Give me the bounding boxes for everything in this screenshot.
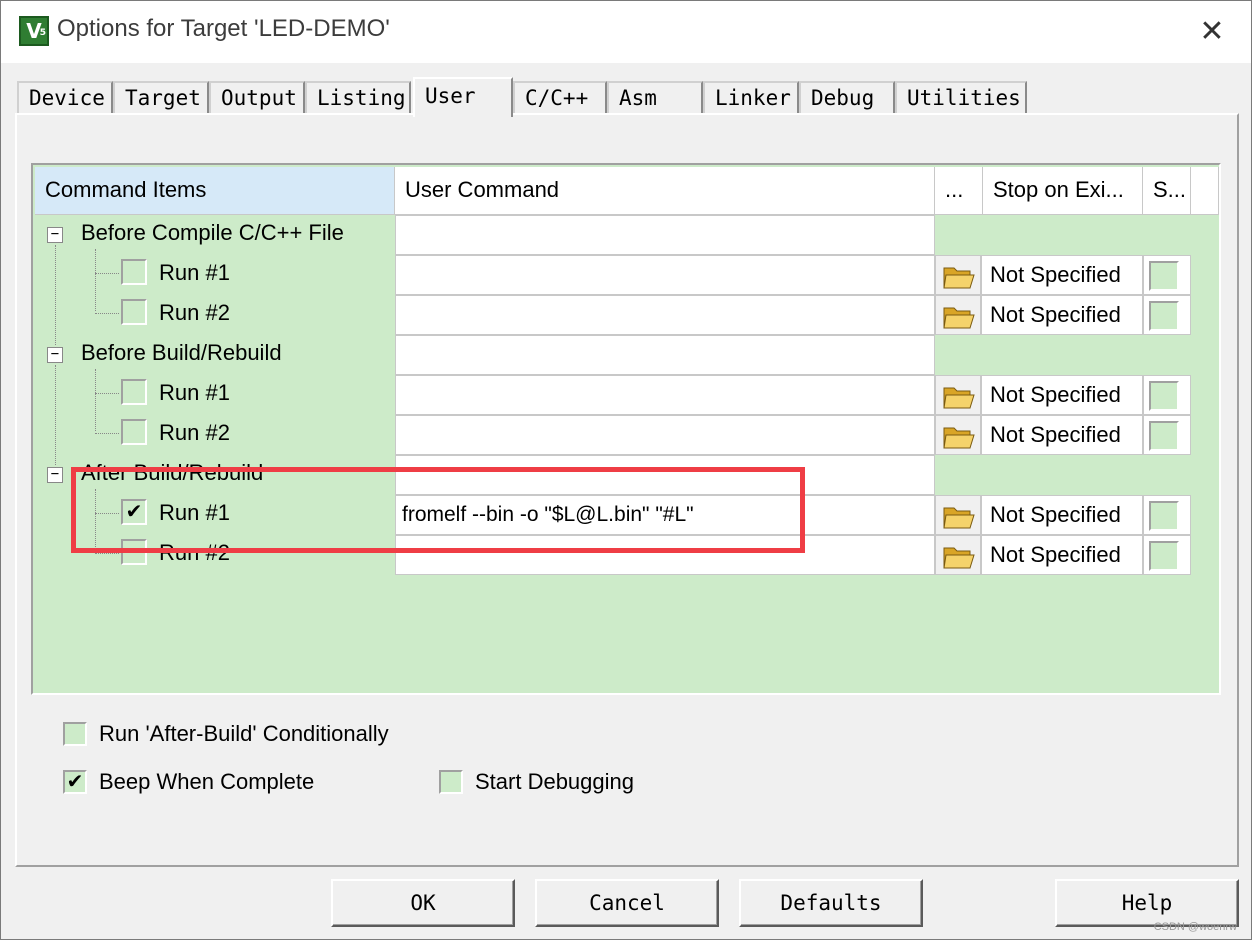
tree-branch [95,553,119,554]
run-checkbox[interactable] [121,299,147,325]
user-command-input[interactable] [395,415,935,455]
header-filler [1191,167,1219,215]
keil-app-icon: V 5 [19,16,49,46]
tree-line [95,249,96,311]
tab-target[interactable]: Target [113,81,209,115]
open-folder-icon [943,547,975,569]
open-folder-icon [943,427,975,449]
run-label: Run #2 [159,420,230,445]
s-cell [1143,375,1191,415]
tab-listing[interactable]: Listing [305,81,411,115]
open-folder-icon [943,307,975,329]
header-browse[interactable]: ... [935,167,983,215]
cancel-button[interactable]: Cancel [535,879,719,927]
header-stop-on-exit[interactable]: Stop on Exi... [983,167,1143,215]
run-checkbox[interactable] [121,259,147,285]
s-checkbox[interactable] [1149,381,1179,411]
help-button[interactable]: Help [1055,879,1239,927]
tree-line [95,369,96,431]
tab-c-cpp[interactable]: C/C++ [513,81,607,115]
tab-asm[interactable]: Asm [607,81,703,115]
title-bar: V 5 Options for Target 'LED-DEMO' ✕ [1,1,1251,63]
start-debugging-label[interactable]: Start Debugging [475,769,634,795]
header-s[interactable]: S... [1143,167,1191,215]
stop-on-exit-select[interactable]: Not Specified [981,375,1143,415]
s-cell [1143,495,1191,535]
header-command-items[interactable]: Command Items [35,167,395,215]
tab-device[interactable]: Device [17,81,113,115]
user-command-input[interactable] [395,295,935,335]
highlight-annotation-box [71,467,805,553]
stop-on-exit-select[interactable]: Not Specified [981,295,1143,335]
run-after-build-conditionally-label[interactable]: Run 'After-Build' Conditionally [99,721,389,747]
window-title: Options for Target 'LED-DEMO' [57,15,390,42]
run-label: Run #1 [159,260,230,285]
run-after-build-conditionally-checkbox[interactable] [63,722,87,746]
tab-linker[interactable]: Linker [703,81,799,115]
s-cell [1143,415,1191,455]
defaults-button[interactable]: Defaults [739,879,923,927]
browse-button[interactable] [935,495,981,535]
browse-button[interactable] [935,535,981,575]
browse-button[interactable] [935,295,981,335]
group-label-before-build: Before Build/Rebuild [81,340,282,365]
s-checkbox[interactable] [1149,501,1179,531]
beep-when-complete-checkbox[interactable]: ✔ [63,770,87,794]
stop-on-exit-select[interactable]: Not Specified [981,255,1143,295]
start-debugging-checkbox[interactable] [439,770,463,794]
stop-on-exit-select[interactable]: Not Specified [981,495,1143,535]
run-checkbox[interactable] [121,379,147,405]
open-folder-icon [943,507,975,529]
s-checkbox[interactable] [1149,261,1179,291]
user-command-input[interactable] [395,255,935,295]
collapse-icon[interactable]: − [47,347,63,363]
tab-debug[interactable]: Debug [799,81,895,115]
options-dialog: V 5 Options for Target 'LED-DEMO' ✕ Devi… [0,0,1252,940]
collapse-icon[interactable]: − [47,227,63,243]
tree-branch [95,313,119,314]
ok-button[interactable]: OK [331,879,515,927]
group-command-cell [395,215,935,255]
tree-line [55,245,56,345]
group-label-before-compile: Before Compile C/C++ File [81,220,344,245]
s-checkbox[interactable] [1149,421,1179,451]
collapse-icon[interactable]: − [47,467,63,483]
s-cell [1143,535,1191,575]
browse-button[interactable] [935,415,981,455]
open-folder-icon [943,267,975,289]
tab-utilities[interactable]: Utilities [895,81,1027,115]
close-icon[interactable]: ✕ [1195,15,1229,49]
user-commands-grid: Command Items User Command ... Stop on E… [31,163,1221,695]
s-checkbox[interactable] [1149,301,1179,331]
tab-user[interactable]: User [413,77,513,117]
tree-branch [95,393,119,394]
s-checkbox[interactable] [1149,541,1179,571]
s-cell [1143,295,1191,335]
open-folder-icon [943,387,975,409]
browse-button[interactable] [935,375,981,415]
stop-on-exit-select[interactable]: Not Specified [981,415,1143,455]
tree-branch [95,273,119,274]
tree-branch [95,433,119,434]
app-icon-version: 5 [39,28,46,38]
group-command-cell [395,335,935,375]
browse-button[interactable] [935,255,981,295]
user-command-input[interactable] [395,375,935,415]
tree-line [55,365,56,465]
beep-when-complete-label[interactable]: Beep When Complete [99,769,314,795]
stop-on-exit-select[interactable]: Not Specified [981,535,1143,575]
run-label: Run #1 [159,380,230,405]
run-checkbox[interactable] [121,419,147,445]
header-user-command[interactable]: User Command [395,167,935,215]
watermark-text: CSDN @woenrw [1153,921,1237,933]
run-label: Run #2 [159,300,230,325]
s-cell [1143,255,1191,295]
tab-output[interactable]: Output [209,81,305,115]
